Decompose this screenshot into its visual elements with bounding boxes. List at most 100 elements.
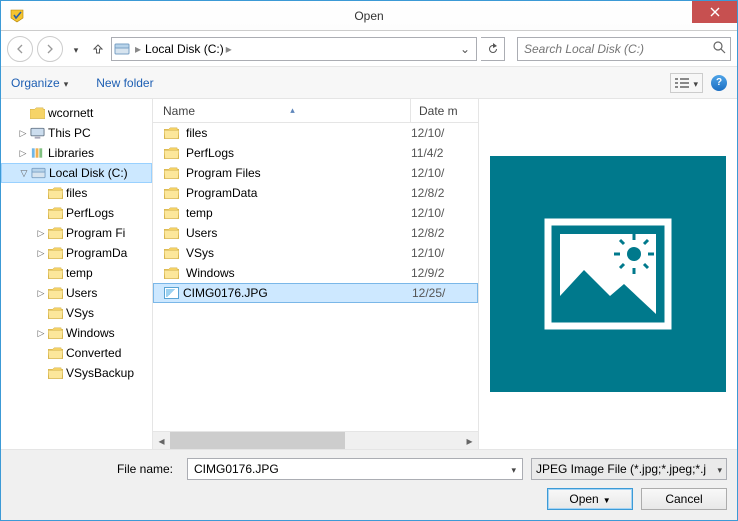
tree-item[interactable]: VSys	[1, 303, 152, 323]
file-name: CIMG0176.JPG	[183, 286, 268, 300]
chevron-down-icon[interactable]	[509, 462, 518, 476]
column-headers: Name▴ Date m	[153, 99, 478, 123]
file-date: 12/8/2	[411, 186, 444, 200]
navigation-bar: ▸ Local Disk (C:) ▸ ⌄	[1, 31, 737, 67]
file-row[interactable]: Users12/8/2	[153, 223, 478, 243]
main-area: wcornett▷This PC▷Libraries▽Local Disk (C…	[1, 99, 737, 449]
address-dropdown-icon[interactable]: ⌄	[456, 42, 474, 56]
new-folder-button[interactable]: New folder	[96, 76, 153, 90]
open-button[interactable]: Open▼	[547, 488, 633, 510]
file-name: PerfLogs	[186, 146, 234, 160]
tree-item-label: PerfLogs	[66, 206, 114, 220]
picture-placeholder-icon	[538, 204, 678, 344]
tree-item[interactable]: ▷ProgramDa	[1, 243, 152, 263]
horizontal-scrollbar[interactable]: ◂ ▸	[153, 431, 478, 449]
tree-twisty-icon[interactable]: ▷	[35, 328, 47, 339]
up-button[interactable]	[89, 36, 107, 62]
user-icon	[29, 106, 45, 120]
file-row[interactable]: Windows12/9/2	[153, 263, 478, 283]
tree-item[interactable]: temp	[1, 263, 152, 283]
preview-thumbnail	[490, 156, 726, 392]
file-row[interactable]: ProgramData12/8/2	[153, 183, 478, 203]
open-dialog: Open ▸ Local Disk (C:) ▸ ⌄ Organize New …	[0, 0, 738, 521]
filename-combo[interactable]	[187, 458, 523, 480]
recent-locations-button[interactable]	[67, 36, 85, 62]
bottom-panel: File name: JPEG Image File (*.jpg;*.jpeg…	[1, 449, 737, 520]
close-button[interactable]	[692, 1, 737, 23]
file-name: temp	[186, 206, 213, 220]
tree-twisty-icon[interactable]: ▷	[17, 148, 29, 159]
tree-twisty-icon[interactable]: ▷	[35, 248, 47, 259]
sort-indicator-icon: ▴	[290, 105, 295, 116]
file-row[interactable]: VSys 12/10/	[153, 243, 478, 263]
scroll-right-icon[interactable]: ▸	[461, 432, 478, 449]
tree-item[interactable]: ▷Libraries	[1, 143, 152, 163]
cancel-button[interactable]: Cancel	[641, 488, 727, 510]
folder-icon	[47, 186, 63, 200]
folder-icon	[47, 226, 63, 240]
tree-item[interactable]: VSysBackup	[1, 363, 152, 383]
column-date[interactable]: Date m	[411, 104, 458, 118]
search-icon	[713, 41, 726, 57]
tree-twisty-icon[interactable]: ▷	[35, 288, 47, 299]
view-options-button[interactable]	[670, 73, 703, 93]
drive-icon	[114, 42, 130, 56]
help-button[interactable]: ?	[711, 75, 727, 91]
file-row[interactable]: CIMG0176.JPG12/25/	[153, 283, 478, 303]
file-list[interactable]: files 12/10/PerfLogs11/4/2Program Files12…	[153, 123, 478, 431]
file-date: 12/10/	[411, 206, 444, 220]
file-name: files	[186, 126, 207, 140]
tree-item-label: Windows	[66, 326, 115, 340]
filetype-combo[interactable]: JPEG Image File (*.jpg;*.jpeg;*.j	[531, 458, 727, 480]
search-input[interactable]	[522, 41, 713, 57]
app-icon	[9, 8, 25, 24]
tree-twisty-icon[interactable]: ▽	[18, 168, 30, 179]
tree-item[interactable]: Converted	[1, 343, 152, 363]
command-bar: Organize New folder ?	[1, 67, 737, 99]
folder-icon	[163, 226, 179, 240]
scroll-track[interactable]	[170, 432, 461, 449]
pc-icon	[29, 126, 45, 140]
file-date: 12/10/	[411, 166, 444, 180]
tree-item[interactable]: files	[1, 183, 152, 203]
tree-item-label: Program Fi	[66, 226, 125, 240]
navigation-tree[interactable]: wcornett▷This PC▷Libraries▽Local Disk (C…	[1, 99, 153, 449]
scroll-left-icon[interactable]: ◂	[153, 432, 170, 449]
preview-pane	[479, 99, 737, 449]
folder-icon	[47, 306, 63, 320]
chevron-down-icon	[74, 42, 79, 56]
file-row[interactable]: temp 12/10/	[153, 203, 478, 223]
file-date: 12/8/2	[411, 226, 444, 240]
file-row[interactable]: Program Files12/10/	[153, 163, 478, 183]
search-box[interactable]	[517, 37, 731, 61]
tree-item[interactable]: ▽Local Disk (C:)	[1, 163, 152, 183]
back-button[interactable]	[7, 36, 33, 62]
column-name[interactable]: Name▴	[153, 99, 411, 122]
tree-item[interactable]: ▷ Windows	[1, 323, 152, 343]
folder-icon	[47, 246, 63, 260]
address-bar[interactable]: ▸ Local Disk (C:) ▸ ⌄	[111, 37, 477, 61]
file-name: VSys	[186, 246, 214, 260]
chevron-down-icon	[717, 462, 722, 476]
forward-button[interactable]	[37, 36, 63, 62]
tree-twisty-icon[interactable]: ▷	[35, 228, 47, 239]
file-row[interactable]: PerfLogs11/4/2	[153, 143, 478, 163]
tree-item[interactable]: ▷ Program Fi	[1, 223, 152, 243]
tree-item[interactable]: PerfLogs	[1, 203, 152, 223]
organize-menu[interactable]: Organize	[11, 76, 68, 90]
file-date: 12/10/	[411, 126, 444, 140]
folder-icon	[163, 186, 179, 200]
folder-icon	[163, 126, 179, 140]
file-row[interactable]: files 12/10/	[153, 123, 478, 143]
file-name: Windows	[186, 266, 235, 280]
tree-item[interactable]: wcornett	[1, 103, 152, 123]
scroll-thumb[interactable]	[170, 432, 345, 449]
view-icon	[675, 77, 689, 89]
folder-icon	[163, 166, 179, 180]
tree-item[interactable]: ▷Users	[1, 283, 152, 303]
file-date: 12/10/	[411, 246, 444, 260]
tree-twisty-icon[interactable]: ▷	[17, 128, 29, 139]
tree-item[interactable]: ▷This PC	[1, 123, 152, 143]
filename-input[interactable]	[192, 461, 509, 477]
refresh-button[interactable]	[481, 37, 505, 61]
